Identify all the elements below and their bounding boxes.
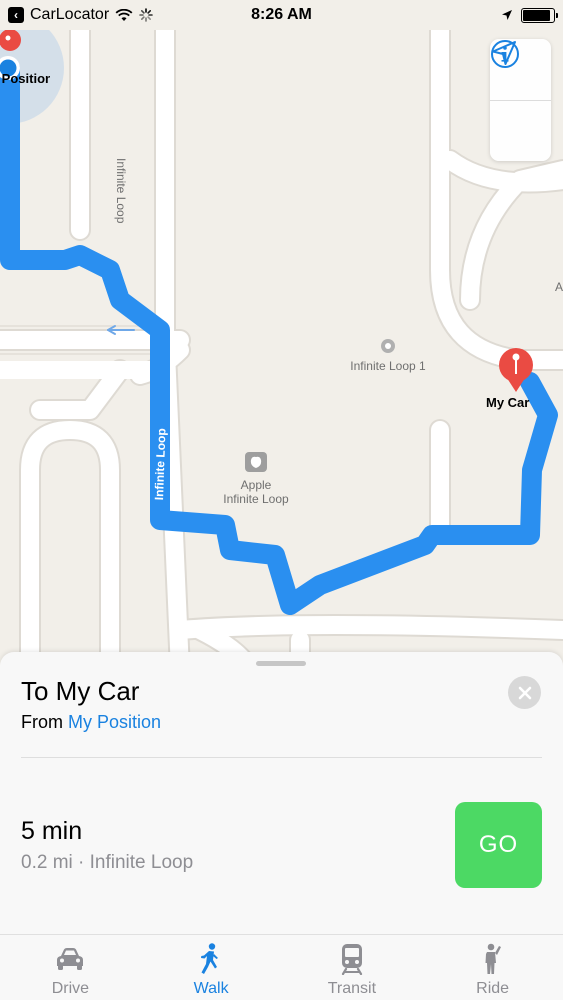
battery-icon (521, 7, 558, 23)
car-icon (54, 943, 86, 975)
street-label-infinite-loop-2: Infinite Loop (152, 428, 169, 501)
battery-level (523, 9, 550, 21)
directions-card[interactable]: To My Car From My Position 5 min 0.2 mi … (0, 652, 563, 934)
tracking-button[interactable] (490, 41, 551, 161)
destination-label[interactable]: My Car (486, 396, 556, 410)
tab-walk-label: Walk (193, 980, 229, 997)
map-edge-label: A (554, 280, 563, 294)
status-bar: ‹ CarLocator 8:26 AM (0, 0, 563, 30)
poi-apple-infinite-loop[interactable]: Apple Infinite Loop (200, 478, 312, 506)
back-arrow-icon[interactable]: ‹ (8, 7, 24, 23)
tab-walk[interactable]: Walk (141, 935, 282, 1000)
tab-transit[interactable]: Transit (282, 935, 423, 1000)
tab-ride-label: Ride (476, 980, 510, 997)
train-icon (336, 943, 368, 975)
map-view[interactable]: Infinite Loop Infinite Loop Infinite Loo… (0, 30, 563, 670)
poi-infinite-loop-1[interactable]: Infinite Loop 1 (330, 359, 446, 373)
poi-apple-line1: Apple (240, 478, 272, 492)
location-arrow-icon (502, 10, 512, 20)
activity-spinner-icon (139, 8, 153, 22)
start-label-text: My Position (0, 72, 50, 86)
ride-icon (477, 943, 509, 975)
tab-drive[interactable]: Drive (0, 935, 141, 1000)
card-divider (21, 757, 542, 758)
tab-ride[interactable]: Ride (422, 935, 563, 1000)
close-button[interactable] (508, 676, 541, 709)
start-label: My Position (0, 72, 50, 86)
map-canvas (0, 30, 563, 670)
route-details: 0.2 mi · Infinite Loop (21, 852, 194, 873)
back-to-app-link[interactable]: CarLocator (30, 6, 109, 24)
location-arrow-outline-icon (492, 41, 516, 65)
card-title: To My Car (21, 676, 140, 706)
tab-drive-label: Drive (51, 980, 90, 997)
from-line: From My Position (21, 712, 161, 733)
close-icon (518, 686, 531, 699)
from-prefix: From (21, 712, 63, 732)
walk-icon (195, 943, 227, 975)
poi-apple-line2: Infinite Loop (223, 492, 289, 506)
card-grabber[interactable] (256, 661, 306, 666)
from-place-link[interactable]: My Position (68, 712, 161, 732)
go-button[interactable]: GO (455, 802, 542, 888)
route-duration: 5 min (21, 817, 83, 845)
wifi-icon (115, 8, 133, 21)
transport-mode-tabbar: Drive Walk Transit Ride (0, 934, 563, 1000)
map-controls (490, 39, 551, 161)
street-label-infinite-loop: Infinite Loop (114, 158, 128, 224)
tab-transit-label: Transit (327, 980, 377, 997)
